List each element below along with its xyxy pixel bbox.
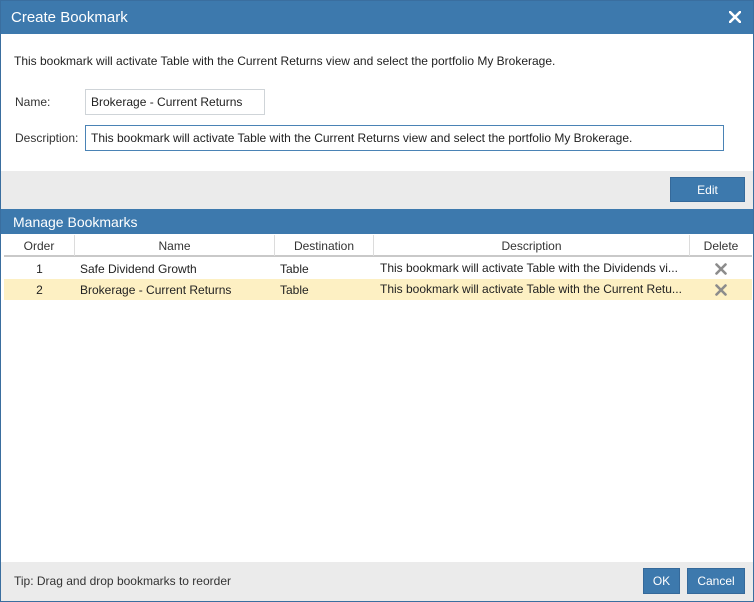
row-name: Safe Dividend Growth: [80, 261, 197, 276]
row-description: This bookmark will activate Table with t…: [380, 282, 682, 296]
column-header-description[interactable]: Description: [374, 235, 690, 256]
table-row[interactable]: 2 Brokerage - Current Returns Table This…: [4, 279, 752, 300]
manage-bookmarks-header: Manage Bookmarks: [1, 209, 753, 234]
table-row[interactable]: 1 Safe Dividend Growth Table This bookma…: [4, 258, 752, 279]
dialog-titlebar: Create Bookmark: [1, 1, 753, 34]
row-order: 1: [36, 261, 43, 276]
column-header-name[interactable]: Name: [75, 235, 275, 256]
row-destination: Table: [280, 261, 309, 276]
row-description: This bookmark will activate Table with t…: [380, 261, 678, 275]
tip-text: Tip: Drag and drop bookmarks to reorder: [14, 574, 231, 588]
table-header: Order Name Destination Description Delet…: [4, 235, 752, 257]
column-header-destination[interactable]: Destination: [275, 235, 374, 256]
manage-bookmarks-title: Manage Bookmarks: [13, 214, 138, 230]
name-field[interactable]: [85, 89, 265, 115]
x-delete-icon[interactable]: [690, 279, 752, 300]
dialog-title: Create Bookmark: [11, 9, 128, 26]
column-header-delete: Delete: [703, 238, 739, 253]
bookmark-intro-text: This bookmark will activate Table with t…: [14, 54, 556, 68]
cancel-button[interactable]: Cancel: [687, 568, 745, 594]
description-field[interactable]: [85, 125, 724, 151]
name-label: Name:: [15, 95, 51, 109]
close-icon[interactable]: [726, 7, 744, 27]
create-bookmark-dialog: Create Bookmark This bookmark will activ…: [0, 0, 754, 602]
dialog-footer: Tip: Drag and drop bookmarks to reorder …: [1, 562, 753, 601]
row-name: Brokerage - Current Returns: [80, 282, 232, 297]
column-header-order[interactable]: Order: [4, 235, 75, 256]
description-label: Description:: [15, 131, 79, 145]
x-delete-icon[interactable]: [690, 258, 752, 279]
row-destination: Table: [280, 282, 309, 297]
ok-button[interactable]: OK: [643, 568, 680, 594]
edit-bar: Edit: [1, 171, 753, 209]
edit-button[interactable]: Edit: [670, 177, 745, 202]
row-order: 2: [36, 282, 43, 297]
